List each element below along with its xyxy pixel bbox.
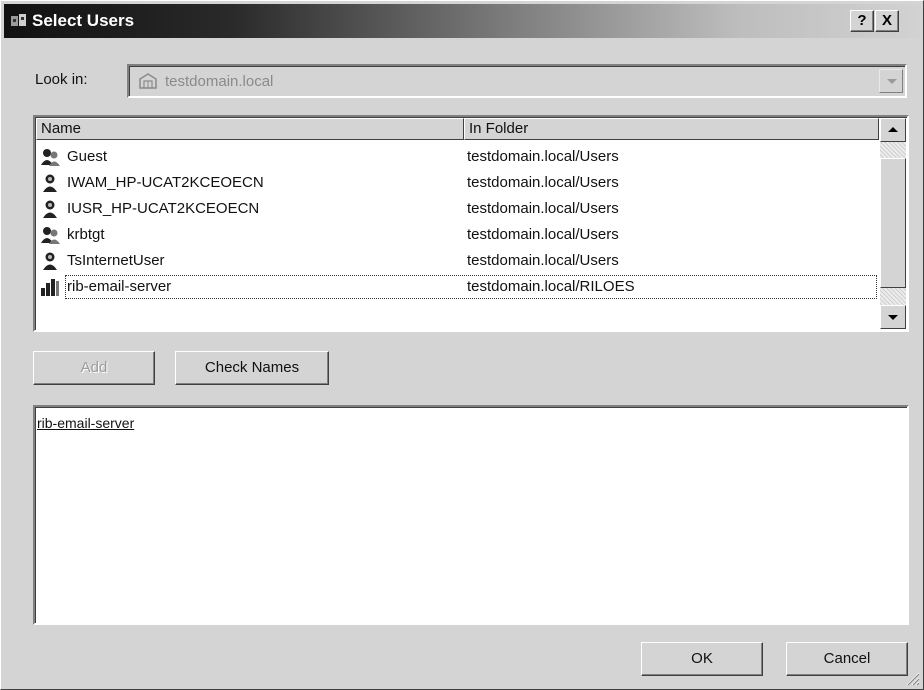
list-item[interactable]: krbtgt testdomain.local/Users bbox=[37, 222, 879, 248]
list-item-selected[interactable]: rib-email-server testdomain.local/RILOES bbox=[37, 274, 879, 300]
user-name: krbtgt bbox=[67, 226, 105, 243]
cancel-button[interactable]: Cancel bbox=[786, 642, 908, 676]
resize-grip-icon[interactable] bbox=[904, 670, 920, 686]
selected-names-field[interactable]: rib-email-server bbox=[33, 405, 909, 625]
users-list[interactable]: Name In Folder Guest testdomain.local/Us… bbox=[33, 115, 909, 332]
list-item[interactable]: TsInternetUser testdomain.local/Users bbox=[37, 248, 879, 274]
server-icon bbox=[41, 279, 59, 296]
user-name: TsInternetUser bbox=[67, 252, 165, 269]
users-icon bbox=[11, 14, 26, 26]
help-button[interactable]: ? bbox=[850, 10, 874, 32]
list-item[interactable]: Guest testdomain.local/Users bbox=[37, 144, 879, 170]
user-folder: testdomain.local/RILOES bbox=[467, 278, 635, 295]
close-button[interactable]: X bbox=[875, 10, 899, 32]
list-item[interactable]: IWAM_HP-UCAT2KCEOECN testdomain.local/Us… bbox=[37, 170, 879, 196]
column-header-name[interactable]: Name bbox=[36, 118, 464, 140]
add-button[interactable]: Add bbox=[33, 351, 155, 385]
user-folder: testdomain.local/Users bbox=[467, 148, 619, 165]
scroll-up-icon[interactable] bbox=[880, 118, 906, 142]
user-folder: testdomain.local/Users bbox=[467, 226, 619, 243]
column-header-folder[interactable]: In Folder bbox=[464, 118, 879, 140]
check-names-button[interactable]: Check Names bbox=[175, 351, 329, 385]
user-group-icon bbox=[41, 149, 60, 166]
user-icon bbox=[43, 174, 57, 192]
user-name: IUSR_HP-UCAT2KCEOECN bbox=[67, 200, 260, 217]
look-in-dropdown[interactable]: testdomain.local bbox=[127, 64, 907, 98]
user-name: Guest bbox=[67, 148, 108, 165]
vertical-scrollbar[interactable] bbox=[880, 118, 906, 329]
user-name: rib-email-server bbox=[67, 278, 172, 295]
user-group-icon bbox=[41, 227, 60, 244]
chevron-down-icon[interactable] bbox=[879, 69, 903, 93]
resolved-name: rib-email-server bbox=[37, 415, 135, 431]
window-title: Select Users bbox=[32, 11, 135, 30]
user-icon bbox=[43, 200, 57, 218]
user-icon bbox=[43, 252, 57, 270]
user-name: IWAM_HP-UCAT2KCEOECN bbox=[67, 174, 264, 191]
list-item[interactable]: IUSR_HP-UCAT2KCEOECN testdomain.local/Us… bbox=[37, 196, 879, 222]
select-users-dialog: Select Users ? X Look in: testdomain.loc… bbox=[0, 0, 924, 690]
title-bar[interactable]: Select Users ? X bbox=[4, 4, 920, 38]
look-in-label: Look in: bbox=[35, 71, 88, 88]
domain-icon bbox=[139, 73, 157, 89]
user-folder: testdomain.local/Users bbox=[467, 252, 619, 269]
user-folder: testdomain.local/Users bbox=[467, 174, 619, 191]
look-in-value: testdomain.local bbox=[165, 73, 274, 90]
user-folder: testdomain.local/Users bbox=[467, 200, 619, 217]
scroll-down-icon[interactable] bbox=[880, 305, 906, 329]
scroll-thumb[interactable] bbox=[880, 158, 906, 288]
ok-button[interactable]: OK bbox=[641, 642, 763, 676]
